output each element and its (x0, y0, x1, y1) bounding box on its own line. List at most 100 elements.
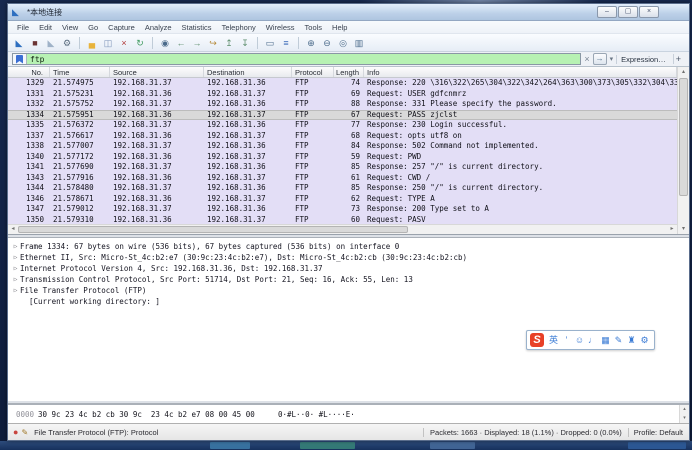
vertical-scroll-thumb[interactable] (679, 78, 688, 196)
go-back-icon[interactable]: ← (174, 36, 188, 50)
menu-item[interactable]: Edit (34, 21, 57, 34)
expression-button[interactable]: Expression… (616, 54, 670, 64)
column-header[interactable]: Length (334, 67, 364, 77)
horizontal-scroll-thumb[interactable] (18, 226, 408, 233)
zoom-out-icon[interactable]: ⊖ (320, 36, 334, 50)
go-first-icon[interactable]: ↥ (222, 36, 236, 50)
sogou-skin-icon[interactable]: ♜ (625, 331, 638, 349)
column-header[interactable]: Source (110, 67, 204, 77)
minimize-button[interactable]: – (597, 6, 617, 18)
scroll-down-icon[interactable]: ▾ (678, 224, 689, 234)
expander-icon[interactable]: ▷ (11, 252, 20, 263)
toolbar-icon[interactable] (257, 36, 258, 49)
menu-item[interactable]: Tools (300, 21, 328, 34)
packet-row[interactable]: 1350 21.579310 192.168.31.36 192.168.31.… (8, 214, 677, 224)
hex-scroll-down-icon[interactable]: ▾ (680, 414, 689, 423)
menu-item[interactable]: Capture (103, 21, 140, 34)
menu-item[interactable]: Telephony (217, 21, 261, 34)
close-file-icon[interactable]: × (117, 36, 131, 50)
horizontal-scrollbar[interactable]: ◂ ▸ (8, 224, 677, 234)
menu-item[interactable]: Wireless (261, 21, 300, 34)
packet-row[interactable]: 1338 21.577007 192.168.31.37 192.168.31.… (8, 141, 677, 152)
menu-item[interactable]: Help (327, 21, 352, 34)
packet-row[interactable]: 1344 21.578480 192.168.31.37 192.168.31.… (8, 183, 677, 194)
toolbar-icon[interactable] (79, 36, 80, 49)
sogou-logo-icon[interactable]: S (530, 333, 544, 347)
scroll-right-icon[interactable]: ▸ (667, 225, 677, 234)
packet-row[interactable]: 1337 21.576617 192.168.31.36 192.168.31.… (8, 130, 677, 141)
detail-line[interactable]: ▷ Transmission Control Protocol, Src Por… (11, 274, 689, 285)
menu-item[interactable]: File (12, 21, 34, 34)
close-button[interactable]: × (639, 6, 659, 18)
packet-row[interactable]: 1346 21.578671 192.168.31.36 192.168.31.… (8, 193, 677, 204)
column-header[interactable]: Time (50, 67, 110, 77)
expander-icon[interactable] (20, 296, 29, 307)
detail-line[interactable]: ▷ Internet Protocol Version 4, Src: 192.… (11, 263, 689, 274)
packet-row[interactable]: 1347 21.579012 192.168.31.37 192.168.31.… (8, 204, 677, 215)
sogou-english-mode-icon[interactable]: 英 (547, 331, 560, 349)
display-filter-input[interactable]: ftp (12, 53, 582, 65)
packet-row[interactable]: 1341 21.577690 192.168.31.37 192.168.31.… (8, 162, 677, 173)
profile-selector[interactable]: Profile: Default (627, 427, 689, 437)
start-capture-icon[interactable]: ◣ (12, 36, 26, 50)
detail-line[interactable]: ▷ Ethernet II, Src: Micro-St_4c:b2:e7 (3… (11, 252, 689, 263)
restart-capture-icon[interactable]: ◣ (44, 36, 58, 50)
open-file-icon[interactable]: ▄ (85, 36, 99, 50)
sogou-punctuation-icon[interactable]: ’ (560, 331, 573, 349)
hex-scrollbar[interactable]: ▴ ▾ (679, 405, 689, 423)
sogou-emoji-icon[interactable]: ☺ (573, 331, 586, 349)
packet-row[interactable]: 1340 21.577172 192.168.31.36 192.168.31.… (8, 151, 677, 162)
hex-scroll-up-icon[interactable]: ▴ (680, 405, 689, 414)
column-header[interactable]: Info (364, 67, 677, 77)
resize-columns-icon[interactable]: ▥ (352, 36, 366, 50)
column-header[interactable]: Protocol (292, 67, 334, 77)
stop-capture-icon[interactable]: ■ (28, 36, 42, 50)
vertical-scrollbar[interactable]: ▴ ▾ (677, 67, 689, 234)
menu-item[interactable]: View (57, 21, 83, 34)
capture-options-icon[interactable]: ⚙ (60, 36, 74, 50)
filter-add-button[interactable]: + (672, 54, 685, 64)
filter-dropdown-icon[interactable]: ▾ (610, 55, 614, 63)
packet-row[interactable]: 1331 21.575231 192.168.31.36 192.168.31.… (8, 88, 677, 99)
save-file-icon[interactable]: ◫ (101, 36, 115, 50)
detail-line[interactable]: ▷ Frame 1334: 67 bytes on wire (536 bits… (11, 241, 689, 252)
packet-row[interactable]: 1334 21.575951 192.168.31.36 192.168.31.… (8, 109, 677, 120)
sogou-wrench-icon[interactable]: ⚙ (638, 331, 651, 349)
scroll-left-icon[interactable]: ◂ (8, 225, 18, 234)
packet-bytes-pane[interactable]: 0000 30 9c 23 4c b2 cb 30 9c 23 4c b2 e7… (8, 404, 689, 423)
colorize-icon[interactable]: ≡ (279, 36, 293, 50)
menu-item[interactable]: Analyze (140, 21, 177, 34)
toolbar-icon[interactable] (298, 36, 299, 49)
title-bar[interactable]: ◣ *本地连接 – ▢ × (8, 4, 689, 21)
sogou-handwriting-icon[interactable]: ✎ (612, 331, 625, 349)
expander-icon[interactable]: ▷ (11, 241, 20, 252)
detail-line[interactable]: [Current working directory: ] (11, 296, 689, 307)
maximize-button[interactable]: ▢ (618, 6, 638, 18)
packet-row[interactable]: 1329 21.574975 192.168.31.37 192.168.31.… (8, 78, 677, 89)
filter-clear-icon[interactable]: × (584, 53, 589, 65)
detail-line[interactable]: ▷ File Transfer Protocol (FTP) (11, 285, 689, 296)
packet-row[interactable]: 1335 21.576372 192.168.31.37 192.168.31.… (8, 120, 677, 131)
packet-row[interactable]: 1332 21.575752 192.168.31.37 192.168.31.… (8, 99, 677, 110)
menu-item[interactable]: Statistics (177, 21, 217, 34)
filter-apply-button[interactable]: → (592, 53, 607, 65)
autoscroll-icon[interactable]: ▭ (263, 36, 277, 50)
go-last-icon[interactable]: ↧ (238, 36, 252, 50)
zoom-in-icon[interactable]: ⊕ (304, 36, 318, 50)
column-header[interactable]: Destination (204, 67, 292, 77)
expander-icon[interactable]: ▷ (11, 285, 20, 296)
packet-row[interactable]: 1343 21.577916 192.168.31.36 192.168.31.… (8, 172, 677, 183)
scroll-up-icon[interactable]: ▴ (678, 67, 689, 77)
column-header[interactable]: No. (8, 67, 50, 77)
menu-item[interactable]: Go (83, 21, 103, 34)
zoom-reset-icon[interactable]: ◎ (336, 36, 350, 50)
capture-comment-icon[interactable]: ✎ (21, 428, 34, 437)
sogou-keyboard-icon[interactable]: ▦ (599, 331, 612, 349)
sogou-voice-icon[interactable]: ♩ (586, 331, 599, 349)
go-to-packet-icon[interactable]: ↪ (206, 36, 220, 50)
go-forward-icon[interactable]: → (190, 36, 204, 50)
expander-icon[interactable]: ▷ (11, 263, 20, 274)
find-packet-icon[interactable]: ◉ (158, 36, 172, 50)
expander-icon[interactable]: ▷ (11, 274, 20, 285)
expert-info-icon[interactable]: ● (8, 427, 21, 437)
